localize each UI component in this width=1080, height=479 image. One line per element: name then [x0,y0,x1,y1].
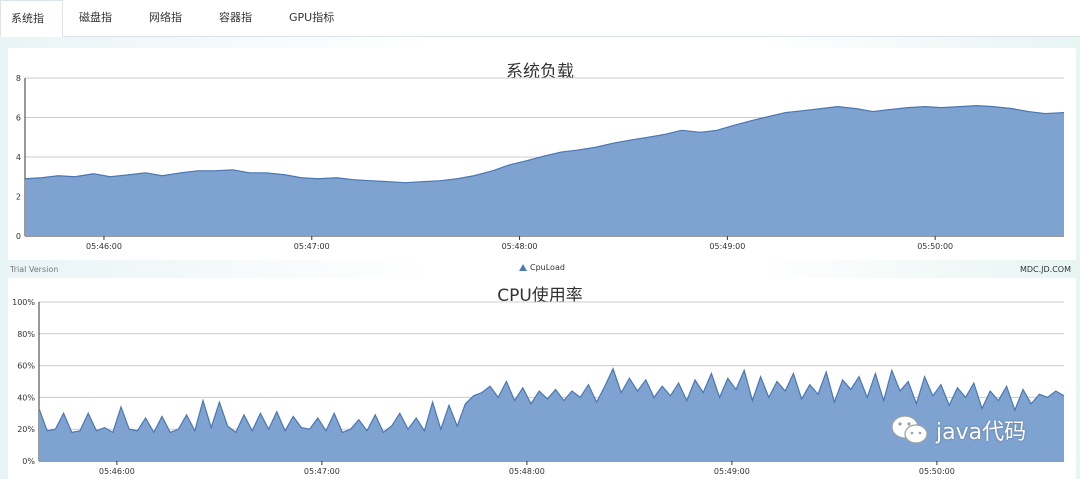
watermark-text: java代码 [936,420,1027,445]
tab-bar: 系统指标 磁盘指标 网络指标 容器指标 GPU指标 [0,0,1080,61]
credit-label: MDC.JD.COM [1019,265,1071,274]
tab-network-metrics[interactable]: 网络指标 [139,0,201,60]
tab-gpu-metrics[interactable]: GPU指标 [279,0,345,36]
legend-item-cpuload[interactable]: CpuLoad [519,263,565,272]
tab-container-metrics[interactable]: 容器指标 [209,0,271,60]
trial-version-label: Trial Version [10,265,59,274]
chart-title-system-load: 系统负载 [506,62,574,82]
legend-marker-icon [519,264,527,271]
tab-disk-metrics[interactable]: 磁盘指标 [69,0,131,60]
chart-title-cpu-usage: CPU使用率 [497,286,583,306]
watermark: java代码 [890,410,1026,450]
tab-system-metrics[interactable]: 系统指标 [0,0,63,61]
wechat-icon [891,415,928,444]
legend-label: CpuLoad [530,263,565,272]
